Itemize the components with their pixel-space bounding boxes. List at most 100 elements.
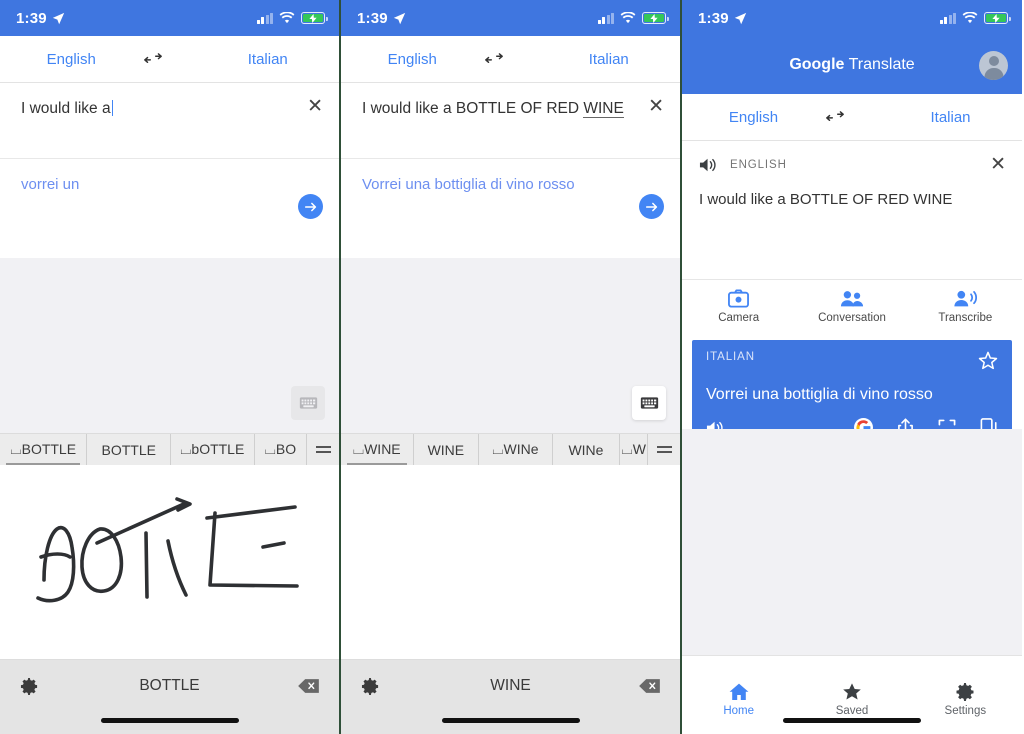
translation-text: Vorrei una bottiglia di vino rosso bbox=[362, 176, 575, 193]
status-icons bbox=[597, 12, 669, 24]
candidate-item[interactable]: ⌴BOTTLE bbox=[0, 434, 88, 465]
phone-panel-1: 1:39 English Italian I would like a ✕ vo… bbox=[0, 0, 341, 734]
status-time: 1:39 bbox=[698, 9, 729, 27]
conversation-people-icon bbox=[840, 291, 864, 307]
backspace-icon[interactable] bbox=[298, 678, 319, 694]
status-bar: 1:39 bbox=[341, 0, 680, 36]
status-bar: 1:39 bbox=[0, 0, 339, 36]
candidate-item[interactable]: WINE bbox=[414, 434, 480, 465]
source-lang-label: ENGLISH bbox=[730, 159, 787, 171]
hamburger-more-icon[interactable] bbox=[648, 434, 680, 465]
gear-icon[interactable] bbox=[20, 677, 39, 696]
clear-x-icon[interactable]: ✕ bbox=[307, 97, 323, 116]
input-area: I would like a ✕ bbox=[0, 83, 339, 158]
star-outline-icon[interactable] bbox=[978, 351, 998, 370]
handwritten-ink-BOTTLE bbox=[36, 497, 299, 603]
target-language-button[interactable]: Italian bbox=[879, 109, 1022, 126]
keyboard-icon[interactable] bbox=[632, 386, 666, 420]
source-text-input[interactable]: I would like a bbox=[21, 99, 114, 119]
candidate-item[interactable]: ⌴bOTTLE bbox=[171, 434, 255, 465]
phone-panel-3: 1:39 Google Translate English Italian EN… bbox=[682, 0, 1022, 734]
star-icon bbox=[843, 682, 861, 699]
nav-item-settings[interactable]: Settings bbox=[909, 656, 1022, 734]
clear-x-icon[interactable]: ✕ bbox=[648, 97, 664, 116]
handwriting-candidate-bar: ⌴WINE WINE ⌴WINe WINe ⌴W bbox=[341, 433, 680, 465]
bottom-nav-bar: Home Saved Settings bbox=[682, 655, 1022, 734]
wifi-icon bbox=[962, 12, 978, 24]
status-time-group: 1:39 bbox=[698, 10, 747, 27]
arrow-right-circle-icon[interactable] bbox=[639, 194, 664, 219]
action-conversation[interactable]: Conversation bbox=[795, 280, 908, 333]
gear-icon[interactable] bbox=[361, 677, 380, 696]
candidate-item[interactable]: WINe bbox=[553, 434, 621, 465]
swap-languages-icon[interactable] bbox=[825, 110, 879, 124]
account-avatar-icon[interactable] bbox=[979, 50, 1008, 80]
translation-area: vorrei un bbox=[0, 159, 339, 257]
target-language-button[interactable]: Italian bbox=[197, 51, 340, 68]
candidate-item[interactable]: ⌴BO bbox=[255, 434, 308, 465]
source-card-text: I would like a BOTTLE OF RED WINE bbox=[699, 191, 953, 208]
close-x-icon[interactable]: ✕ bbox=[990, 155, 1006, 174]
status-time: 1:39 bbox=[16, 9, 47, 27]
action-label: Transcribe bbox=[938, 312, 993, 324]
home-indicator bbox=[100, 718, 239, 723]
source-language-button[interactable]: English bbox=[0, 51, 143, 68]
handwriting-candidate-bar: ⌴BOTTLE BOTTLE ⌴bOTTLE ⌴BO bbox=[0, 433, 339, 465]
translation-area: Vorrei una bottiglia di vino rosso bbox=[341, 159, 680, 257]
location-arrow-icon bbox=[393, 12, 406, 24]
page-title: Google Translate bbox=[789, 56, 914, 74]
source-text-value: I would like a bbox=[21, 100, 111, 117]
candidate-item[interactable]: ⌴WINE bbox=[341, 434, 414, 465]
swap-languages-icon[interactable] bbox=[484, 52, 538, 66]
handwriting-canvas[interactable] bbox=[341, 465, 680, 660]
gear-icon bbox=[956, 682, 974, 701]
home-indicator bbox=[783, 718, 921, 723]
nav-label: Saved bbox=[835, 704, 869, 717]
home-icon bbox=[729, 683, 749, 700]
target-language-button[interactable]: Italian bbox=[538, 51, 681, 68]
candidate-item[interactable]: ⌴WINe bbox=[479, 434, 553, 465]
swap-languages-icon[interactable] bbox=[143, 52, 197, 66]
wifi-icon bbox=[620, 12, 636, 24]
input-area: I would like a BOTTLE OF RED WINE ✕ bbox=[341, 83, 680, 158]
source-language-button[interactable]: English bbox=[682, 109, 825, 126]
app-header: Google Translate bbox=[682, 36, 1022, 94]
result-card-header: ITALIAN bbox=[706, 351, 998, 370]
keyboard-icon[interactable] bbox=[291, 386, 325, 420]
volume-speaker-icon[interactable] bbox=[699, 157, 718, 173]
location-arrow-icon bbox=[52, 12, 65, 24]
action-camera[interactable]: Camera bbox=[682, 280, 795, 333]
candidate-item[interactable]: BOTTLE bbox=[87, 434, 171, 465]
quick-actions-row: Camera Conversation Transcribe bbox=[682, 279, 1022, 333]
cellular-signal-icon bbox=[597, 12, 614, 24]
nav-item-home[interactable]: Home bbox=[682, 656, 795, 734]
recognized-word-label: BOTTLE bbox=[139, 677, 200, 694]
source-card: ENGLISH ✕ I would like a BOTTLE OF RED W… bbox=[682, 141, 1022, 279]
action-transcribe[interactable]: Transcribe bbox=[909, 280, 1022, 333]
battery-charging-icon bbox=[642, 12, 669, 24]
app-title-bold: Google bbox=[789, 56, 845, 73]
status-icons bbox=[256, 12, 328, 24]
backspace-icon[interactable] bbox=[639, 678, 660, 694]
arrow-right-circle-icon[interactable] bbox=[298, 194, 323, 219]
source-language-button[interactable]: English bbox=[341, 51, 484, 68]
handwriting-toolbar: BOTTLE bbox=[0, 660, 339, 734]
app-title-light: Translate bbox=[844, 56, 915, 73]
status-icons bbox=[939, 12, 1011, 24]
cellular-signal-icon bbox=[939, 12, 956, 24]
source-card-header: ENGLISH ✕ bbox=[699, 155, 1006, 175]
language-bar: English Italian bbox=[682, 94, 1022, 141]
location-arrow-icon bbox=[734, 12, 747, 24]
nav-label: Home bbox=[723, 704, 754, 717]
candidate-item[interactable]: ⌴W bbox=[620, 434, 649, 465]
transcribe-mic-icon bbox=[954, 290, 978, 307]
nav-label: Settings bbox=[944, 704, 987, 717]
gray-spacer bbox=[0, 258, 339, 433]
result-lang-label: ITALIAN bbox=[706, 351, 755, 363]
hamburger-more-icon[interactable] bbox=[307, 434, 339, 465]
source-text-value: I would like a BOTTLE OF RED bbox=[362, 100, 584, 117]
source-text-input[interactable]: I would like a BOTTLE OF RED WINE bbox=[362, 99, 624, 119]
result-card-text: Vorrei una bottiglia di vino rosso bbox=[706, 386, 933, 403]
recognized-word-label: WINE bbox=[490, 677, 531, 694]
handwriting-canvas[interactable] bbox=[0, 465, 339, 660]
